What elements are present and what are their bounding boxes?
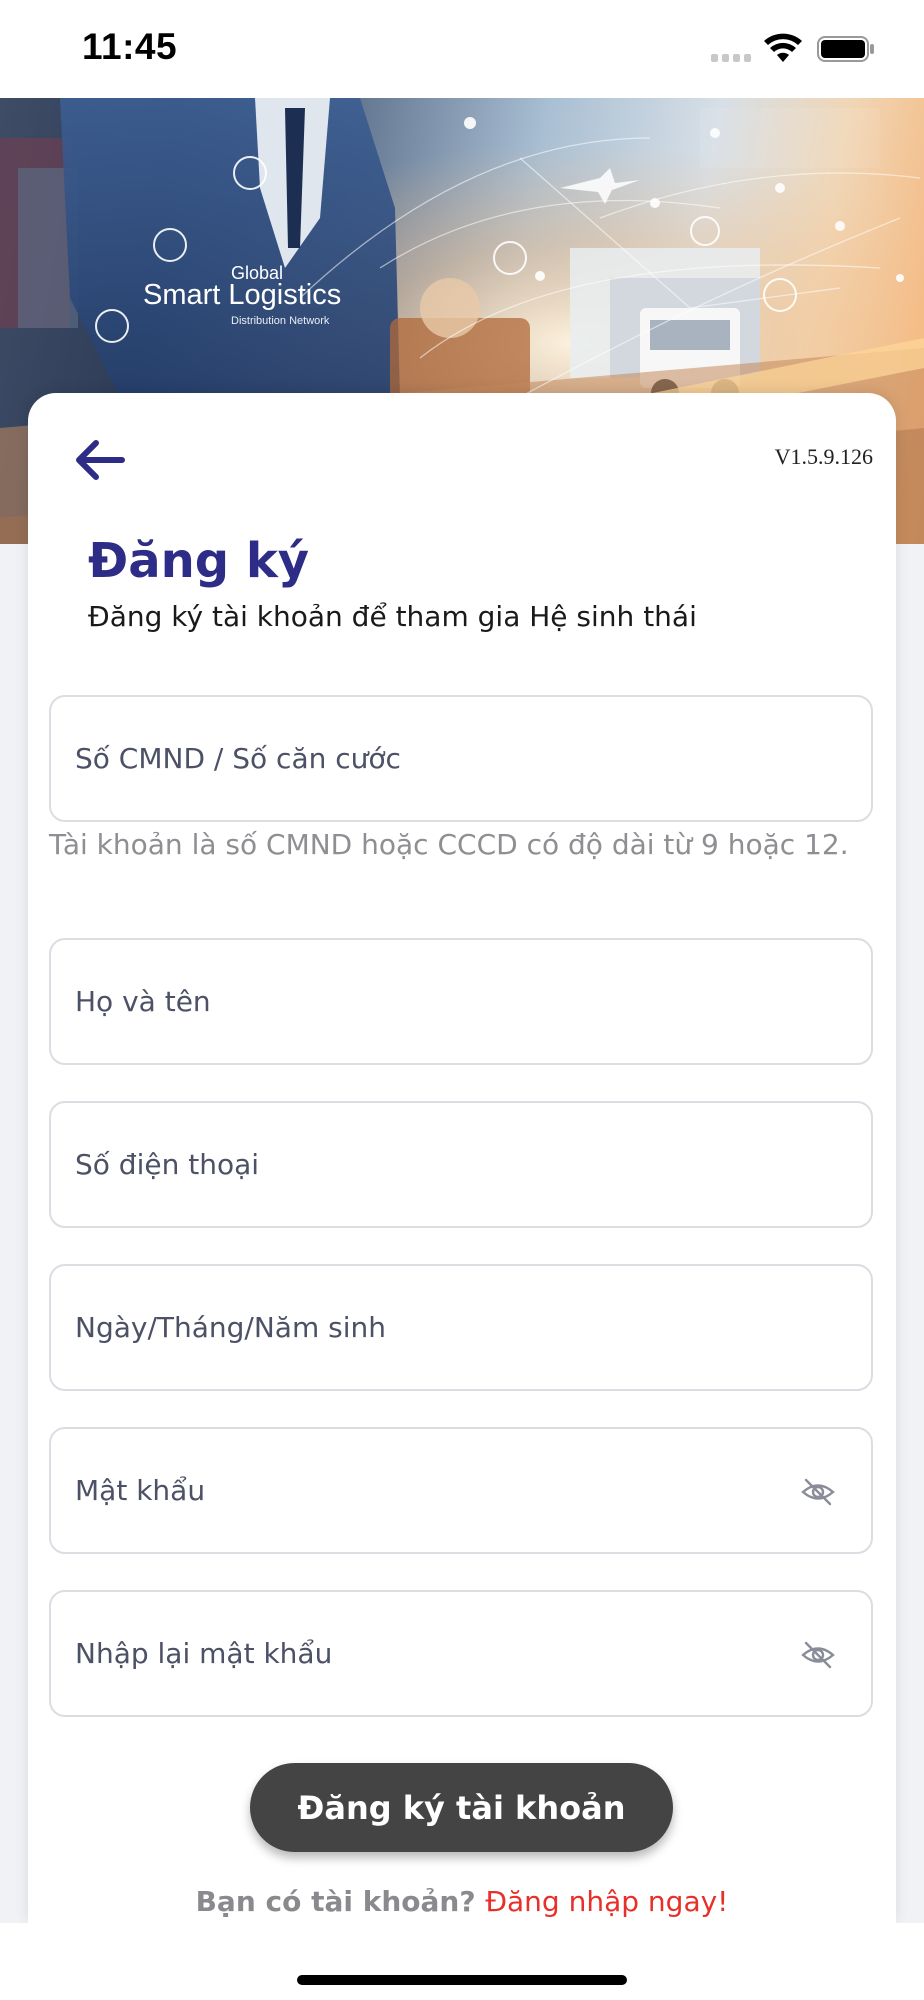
status-bar: 11:45: [0, 0, 924, 98]
back-arrow-icon[interactable]: [72, 437, 128, 483]
battery-icon: [817, 36, 874, 62]
password-input[interactable]: [75, 1429, 775, 1552]
page-subtitle: Đăng ký tài khoản để tham gia Hệ sinh th…: [88, 600, 697, 633]
id-number-hint: Tài khoản là số CMND hoặc CCCD có độ dài…: [49, 828, 849, 861]
register-button[interactable]: Đăng ký tài khoản: [250, 1763, 673, 1852]
full-name-field[interactable]: [49, 938, 873, 1065]
eye-off-icon[interactable]: [801, 1639, 835, 1671]
id-number-field[interactable]: [49, 695, 873, 822]
full-name-input[interactable]: [75, 940, 775, 1063]
hero-logo-title: Smart Logistics: [143, 279, 342, 311]
confirm-password-input[interactable]: [75, 1592, 775, 1715]
wifi-icon: [764, 33, 802, 62]
login-prompt: Bạn có tài khoản? Đăng nhập ngay!: [28, 1885, 896, 1918]
birthdate-field[interactable]: [49, 1264, 873, 1391]
home-bar-area: [0, 1923, 924, 2000]
phone-field[interactable]: [49, 1101, 873, 1228]
login-link[interactable]: Đăng nhập ngay!: [485, 1885, 728, 1918]
eye-off-icon[interactable]: [801, 1476, 835, 1508]
home-indicator[interactable]: [297, 1975, 627, 1985]
phone-input[interactable]: [75, 1103, 775, 1226]
status-time: 11:45: [82, 26, 178, 67]
cellular-signal-icon: [711, 54, 751, 62]
hero-logo-subtitle: Distribution Network: [231, 315, 330, 327]
confirm-password-field[interactable]: [49, 1590, 873, 1717]
app-version: V1.5.9.126: [774, 444, 873, 469]
page-title: Đăng ký: [88, 533, 310, 589]
id-number-input[interactable]: [75, 697, 775, 820]
birthdate-input[interactable]: [75, 1266, 775, 1389]
login-prompt-text: Bạn có tài khoản?: [195, 1885, 476, 1918]
password-field[interactable]: [49, 1427, 873, 1554]
register-card: V1.5.9.126 Đăng ký Đăng ký tài khoản để …: [28, 393, 896, 1923]
